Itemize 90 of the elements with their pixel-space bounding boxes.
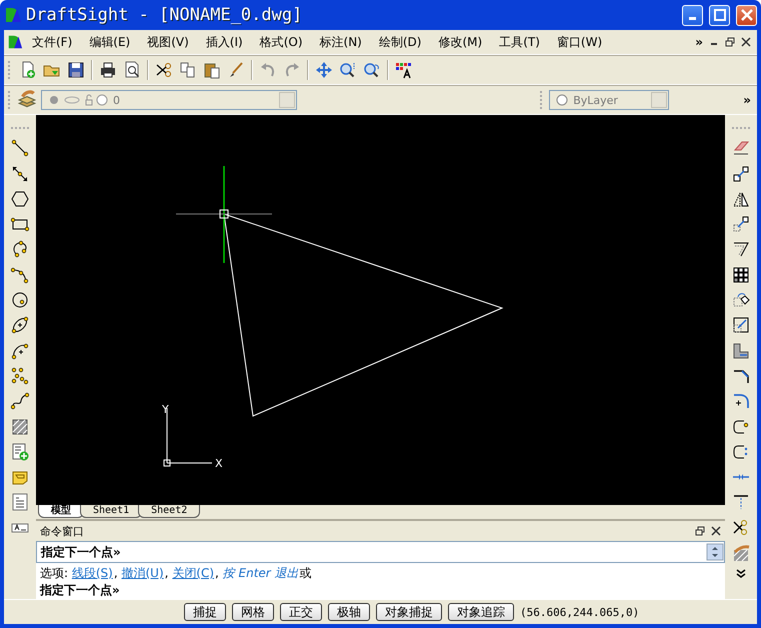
panel-title: 命令窗口	[40, 524, 84, 538]
points-icon[interactable]	[11, 366, 29, 385]
ellipse-arc-icon[interactable]	[11, 342, 29, 360]
pan-arrows-icon[interactable]	[315, 61, 333, 79]
paragraph-icon[interactable]	[11, 493, 29, 512]
restore-icon[interactable]	[695, 526, 705, 536]
option-link[interactable]: 撤消(U)	[122, 566, 164, 580]
offset-icon[interactable]	[732, 240, 750, 258]
trim-icon[interactable]	[732, 442, 750, 461]
status-toggle-button[interactable]: 正交	[280, 603, 322, 621]
command-input[interactable]: 指定下一个点»	[36, 541, 725, 563]
maximize-icon	[714, 9, 726, 21]
extend-icon[interactable]	[732, 418, 750, 436]
brush-icon[interactable]	[227, 61, 245, 79]
spline-icon[interactable]	[11, 392, 29, 410]
printer-icon[interactable]	[99, 61, 117, 79]
axis-label: Y	[162, 403, 169, 416]
arc-icon[interactable]	[11, 240, 29, 258]
grid-array-icon[interactable]	[732, 266, 750, 284]
eraser-icon[interactable]	[732, 139, 750, 158]
ellipse-icon[interactable]	[11, 316, 29, 334]
hexagon-icon[interactable]	[11, 190, 29, 208]
menu-item[interactable]: 编辑(E)	[80, 32, 138, 52]
layer-colors-icon[interactable]	[395, 61, 413, 79]
expand-chevron-icon[interactable]	[736, 569, 746, 580]
axis-label: X	[215, 457, 223, 470]
sheet-tab[interactable]: Sheet2	[138, 505, 200, 518]
stretch-icon[interactable]	[732, 342, 750, 360]
zoom-icon[interactable]	[339, 61, 357, 79]
app-logo-icon	[4, 6, 22, 24]
menu-item[interactable]: 修改(M)	[429, 32, 490, 52]
move-icon[interactable]	[732, 215, 750, 234]
option-link[interactable]: 关闭(C)	[172, 566, 214, 580]
double-arrow-icon[interactable]	[11, 164, 29, 183]
scissors-icon[interactable]	[155, 61, 173, 79]
close-icon[interactable]	[741, 37, 751, 47]
command-prompt: 指定下一个点»	[40, 583, 120, 597]
app-logo-icon	[7, 34, 23, 50]
zoom-icon[interactable]	[363, 61, 381, 79]
rectangle-icon[interactable]	[11, 215, 29, 234]
sheet-tab[interactable]: Sheet1	[80, 505, 142, 518]
restore-icon[interactable]	[725, 37, 735, 47]
menu-item[interactable]: 格式(O)	[250, 32, 311, 52]
fillet-icon[interactable]	[732, 392, 750, 410]
break-icon[interactable]	[732, 493, 750, 512]
color-circle-icon	[556, 94, 568, 106]
option-link[interactable]: 线段(S)	[72, 566, 113, 580]
rotate-icon[interactable]	[732, 291, 750, 310]
status-toggle-button[interactable]: 网格	[232, 603, 274, 621]
save-icon[interactable]	[67, 61, 85, 79]
layer-status-icon	[48, 93, 108, 107]
scale-icon[interactable]	[732, 316, 750, 334]
status-toggle-button[interactable]: 对象追踪	[448, 603, 514, 621]
hatch-hand-icon[interactable]	[732, 544, 750, 562]
menu-item[interactable]: 视图(V)	[138, 32, 197, 52]
menu-item[interactable]: 绘制(D)	[370, 32, 430, 52]
hatch-icon[interactable]	[11, 418, 29, 436]
scissors-icon[interactable]	[732, 518, 750, 537]
layers-icon[interactable]	[17, 90, 37, 110]
status-toggle-button[interactable]: 极轴	[328, 603, 370, 621]
drawing-canvas[interactable]: X Y	[36, 115, 725, 505]
menu-item[interactable]: 工具(T)	[490, 32, 548, 52]
option-link[interactable]: 按 Enter 退出	[222, 566, 299, 580]
minimize-icon	[689, 17, 696, 20]
minimize-button[interactable]	[682, 4, 703, 26]
coordinates-readout: (56.606,244.065,0)	[520, 606, 640, 618]
close-icon[interactable]	[711, 526, 721, 536]
overflow-chevron[interactable]: »	[743, 93, 751, 107]
close-icon	[740, 9, 752, 21]
menu-item[interactable]: 窗口(W)	[548, 32, 610, 52]
color-dropdown[interactable]: ByLayer	[549, 90, 670, 110]
menu-item[interactable]: 标注(N)	[310, 32, 370, 52]
layer-dropdown[interactable]: 0	[41, 90, 297, 110]
line-icon[interactable]	[11, 139, 29, 158]
sheet-tab[interactable]: 模型	[38, 505, 84, 518]
menu-item[interactable]: 文件(F)	[23, 32, 80, 52]
status-toggle-button[interactable]: 对象捕捉	[376, 603, 442, 621]
close-button[interactable]	[736, 4, 757, 26]
scroll-arrows-icon[interactable]	[706, 543, 724, 561]
overflow-chevron[interactable]: »	[695, 35, 703, 49]
arc-icon[interactable]	[11, 266, 29, 284]
copy-icon[interactable]	[732, 164, 750, 183]
status-toggle-button[interactable]: 捕捉	[184, 603, 226, 621]
text-add-icon[interactable]	[11, 442, 29, 461]
paste-icon[interactable]	[203, 61, 221, 79]
circle-icon[interactable]	[11, 291, 29, 310]
maximize-button[interactable]	[709, 4, 730, 26]
menu-item[interactable]: 插入(I)	[196, 32, 251, 52]
window-title: DraftSight - [NONAME_0.dwg]	[26, 5, 304, 25]
print-preview-icon[interactable]	[123, 61, 141, 79]
